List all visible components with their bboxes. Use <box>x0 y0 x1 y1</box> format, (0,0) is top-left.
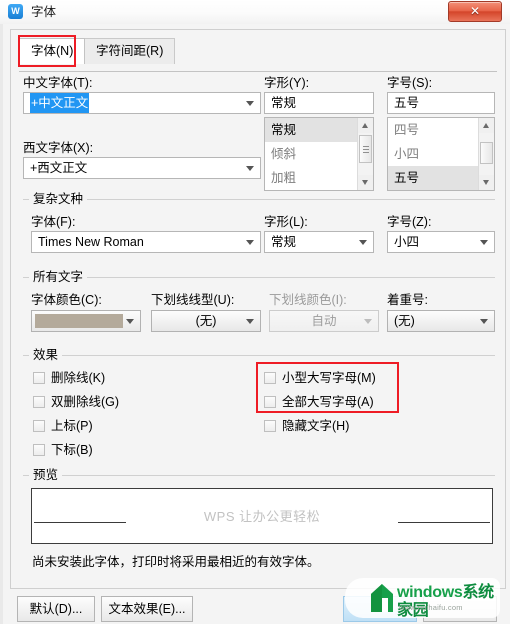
western-font-label: 西文字体(X): <box>23 141 94 155</box>
emphasis-value: (无) <box>394 314 415 328</box>
font-style-listbox[interactable]: 常规 倾斜 加粗 <box>264 117 374 191</box>
complex-script-caption: 复杂文种 <box>29 192 88 206</box>
chevron-down-icon <box>246 319 254 324</box>
checkbox-box <box>33 420 45 432</box>
tab-character-spacing[interactable]: 字符间距(R) <box>84 38 176 64</box>
complex-font-label: 字体(F): <box>31 215 76 229</box>
font-size-label: 字号(S): <box>387 76 433 90</box>
ok-button[interactable] <box>343 596 417 622</box>
checkbox-label: 双删除线(G) <box>51 395 120 409</box>
preview-note: 尚未安装此字体，打印时将采用最相近的有效字体。 <box>32 555 320 569</box>
complex-size-value: 小四 <box>394 235 420 249</box>
checkbox-box <box>33 444 45 456</box>
font-style-input[interactable]: 常规 <box>264 92 374 114</box>
tab-baseline <box>19 71 497 72</box>
dialog-panel: 字体(N) 字符间距(R) 中文字体(T): +中文正文 西文字体(X): +西… <box>10 29 506 589</box>
font-dialog-window: W 字体 ✕ 字体(N) 字符间距(R) 中文字体(T): +中文正文 西文字体… <box>0 0 510 624</box>
all-text-caption: 所有文字 <box>29 270 88 284</box>
complex-size-label: 字号(Z): <box>387 215 432 229</box>
chinese-font-combo[interactable]: +中文正文 <box>23 92 261 114</box>
default-button[interactable]: 默认(D)... <box>17 596 95 622</box>
chevron-down-icon <box>126 319 134 324</box>
complex-style-label: 字形(L): <box>264 215 308 229</box>
chevron-down-icon <box>246 166 254 171</box>
checkbox-label: 删除线(K) <box>51 371 106 385</box>
checkbox-label: 上标(P) <box>51 419 93 433</box>
font-size-listbox[interactable]: 四号 小四 五号 <box>387 117 495 191</box>
font-size-value: 五号 <box>394 96 420 110</box>
underline-style-value: (无) <box>195 314 217 328</box>
font-color-combo[interactable] <box>31 310 141 332</box>
western-font-value: +西文正文 <box>30 161 88 175</box>
tab-font[interactable]: 字体(N) <box>19 38 86 64</box>
checkbox-box <box>33 372 45 384</box>
font-style-value: 常规 <box>271 96 297 110</box>
effects-caption: 效果 <box>29 348 63 362</box>
checkbox-label: 小型大写字母(M) <box>282 371 376 385</box>
preview-box: WPS 让办公更轻松 <box>31 488 493 544</box>
text-effect-button[interactable]: 文本效果(E)... <box>101 596 193 622</box>
scroll-up-icon[interactable] <box>479 118 494 133</box>
scroll-down-icon[interactable] <box>479 175 494 190</box>
checkbox-box <box>264 420 276 432</box>
underline-style-combo[interactable]: (无) <box>151 310 261 332</box>
complex-font-combo[interactable]: Times New Roman <box>31 231 261 253</box>
scroll-thumb[interactable] <box>359 135 372 163</box>
chevron-down-icon <box>480 319 488 324</box>
close-icon: ✕ <box>469 4 481 18</box>
cancel-button[interactable] <box>423 596 497 622</box>
scroll-down-icon[interactable] <box>358 175 373 190</box>
underline-style-label: 下划线线型(U): <box>151 293 235 307</box>
underline-color-label: 下划线颜色(I): <box>269 293 347 307</box>
chevron-down-icon <box>246 101 254 106</box>
scroll-up-icon[interactable] <box>358 118 373 133</box>
scroll-thumb[interactable] <box>480 142 493 164</box>
chevron-down-icon <box>359 240 367 245</box>
font-color-label: 字体颜色(C): <box>31 293 102 307</box>
checkbox-box <box>264 372 276 384</box>
dialog-body: 字体(N) 字符间距(R) 中文字体(T): +中文正文 西文字体(X): +西… <box>0 24 510 624</box>
font-size-scrollbar[interactable] <box>478 118 494 190</box>
preview-caption: 预览 <box>29 468 63 482</box>
font-style-scrollbar[interactable] <box>357 118 373 190</box>
checkbox-label: 全部大写字母(A) <box>282 395 374 409</box>
chevron-down-icon <box>364 319 372 324</box>
tab-strip: 字体(N) 字符间距(R) <box>19 38 497 72</box>
chinese-font-label: 中文字体(T): <box>23 76 93 90</box>
underline-color-combo: 自动 <box>269 310 379 332</box>
complex-size-combo[interactable]: 小四 <box>387 231 495 253</box>
font-size-input[interactable]: 五号 <box>387 92 495 114</box>
complex-style-combo[interactable]: 常规 <box>264 231 374 253</box>
checkbox-box <box>264 396 276 408</box>
font-style-label: 字形(Y): <box>264 76 310 90</box>
underline-color-value: 自动 <box>311 314 337 328</box>
preview-sample-text: WPS 让办公更轻松 <box>203 509 321 524</box>
emphasis-combo[interactable]: (无) <box>387 310 495 332</box>
wps-writer-icon: W <box>8 4 23 19</box>
checkbox-label: 隐藏文字(H) <box>282 419 350 433</box>
complex-style-value: 常规 <box>271 235 297 249</box>
title-bar: W 字体 ✕ <box>0 0 510 25</box>
western-font-combo[interactable]: +西文正文 <box>23 157 261 179</box>
font-color-swatch <box>35 314 123 328</box>
close-button[interactable]: ✕ <box>448 1 502 22</box>
chevron-down-icon <box>246 240 254 245</box>
effects-group: 效果 <box>23 348 495 473</box>
window-title: 字体 <box>31 5 57 19</box>
checkbox-label: 下标(B) <box>51 443 93 457</box>
chinese-font-value: +中文正文 <box>30 93 90 113</box>
complex-font-value: Times New Roman <box>38 235 144 249</box>
checkbox-box <box>33 396 45 408</box>
emphasis-label: 着重号: <box>387 293 428 307</box>
chevron-down-icon <box>480 240 488 245</box>
